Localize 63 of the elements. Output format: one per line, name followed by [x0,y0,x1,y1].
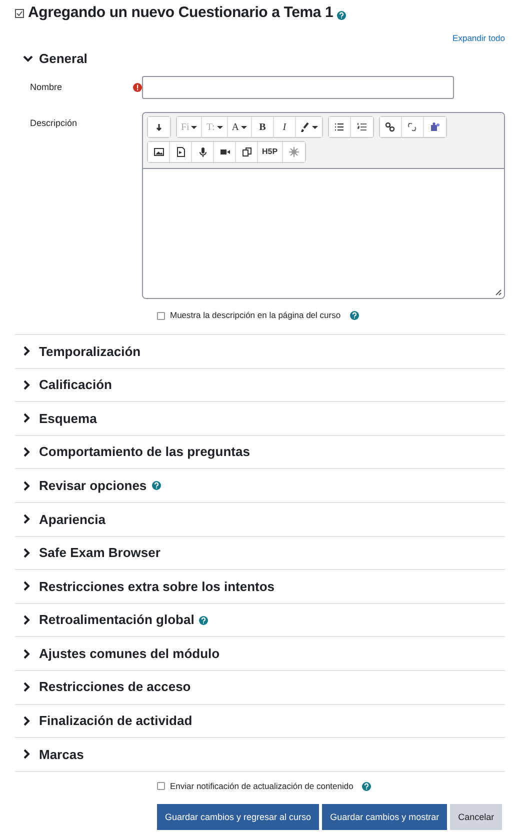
field-label: Nombre [30,81,62,94]
save-button[interactable]: Guardar cambios y regresar al curso [157,804,320,830]
bulleted-list-icon [334,122,344,132]
checkbox[interactable] [157,782,165,790]
section-header[interactable]: Retroalimentación global [23,610,208,630]
brush-icon [300,122,310,132]
section-header[interactable]: Temporalización [23,342,141,362]
chevron-right-icon [23,648,31,659]
save-button[interactable]: Guardar cambios y mostrar [322,804,448,830]
link-icon [385,122,396,132]
section-header[interactable]: Ajustes comunes del módulo [23,644,220,664]
section-header[interactable]: Calificación [23,375,112,395]
cancel-button[interactable]: Cancelar [450,804,502,830]
chevron-right-icon [23,413,31,424]
section-header[interactable]: Revisar opciones [23,476,161,496]
chevron-right-icon [23,581,31,592]
help-icon[interactable] [337,10,346,20]
name-field[interactable] [142,76,454,100]
chevron-right-icon [23,615,31,626]
chevron-right-icon [23,380,31,390]
copy-icon [242,147,252,158]
checkbox-label: Muestra la descripción en la página del curso [170,309,341,322]
chevron-right-icon [23,682,31,692]
people-icon [430,122,440,132]
toolbar-button[interactable] [328,117,351,138]
toolbar-button[interactable] [148,142,170,162]
gear-icon [288,147,299,158]
microphone-icon [198,147,208,158]
numbered-list-icon [356,122,367,132]
unlink-icon [407,122,418,132]
section-header[interactable]: Comportamiento de las preguntas [23,442,250,462]
image-icon [154,147,164,158]
resize-handle-icon[interactable] [495,289,502,296]
section-header[interactable]: Restricciones extra sobre los intentos [23,576,275,596]
page-title: Agregando un nuevo Cuestionario a Tema 1 [28,4,334,22]
media-file-icon [176,147,186,158]
expand-all-link[interactable]: Expandir todo [452,32,505,45]
checkbox-label: Enviar notificación de actualización de contenido [170,780,354,792]
section-header[interactable]: Esquema [23,408,97,428]
chevron-right-icon [23,749,31,760]
chevron-right-icon [23,716,31,726]
chevron-down-icon [23,54,33,62]
help-icon[interactable] [362,782,372,791]
help-icon[interactable] [152,481,161,490]
help-icon[interactable] [350,311,359,320]
collapse-toolbar-icon [154,122,164,132]
chevron-right-icon [23,514,31,524]
checklist-icon [15,8,24,18]
field-label: Descripción [30,117,78,130]
chevron-right-icon [23,548,31,558]
chevron-right-icon [23,447,31,458]
video-camera-icon [220,147,230,158]
checkbox[interactable] [157,312,165,320]
chevron-right-icon [23,480,31,491]
section-header[interactable]: Safe Exam Browser [23,543,160,563]
section-header[interactable]: Finalización de actividad [23,711,192,731]
section-header[interactable]: General [23,48,88,68]
toolbar-button[interactable] [380,117,402,138]
section-header[interactable]: Restricciones de acceso [23,677,191,697]
section-header[interactable]: Marcas [23,744,84,764]
help-icon[interactable] [199,616,208,625]
section-header[interactable]: Apariencia [23,510,106,530]
chevron-right-icon [23,346,31,356]
